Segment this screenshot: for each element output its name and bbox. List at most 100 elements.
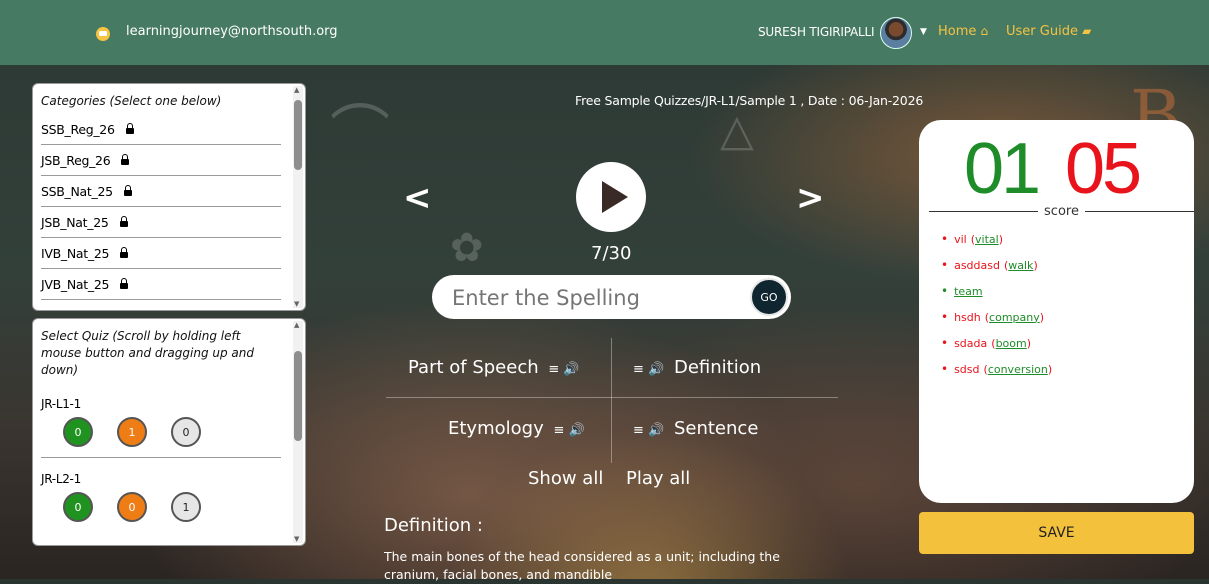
hint-sentence: ≡ 🔊 Sentence <box>629 418 758 439</box>
typed-word: sdada <box>954 336 988 350</box>
word-result: vil(vital) <box>941 226 1052 252</box>
category-label: JVB_Nat_25 <box>41 276 110 292</box>
lock-icon <box>123 185 132 196</box>
correct-word-link[interactable]: conversion <box>988 363 1048 376</box>
categories-scrollbar[interactable]: ▲ ▼ <box>293 86 303 308</box>
go-button[interactable]: GO <box>750 278 788 316</box>
score-legend: score <box>929 204 1194 219</box>
category-item[interactable]: SSB_Reg_26 <box>41 114 281 145</box>
home-link[interactable]: Home ⌂ <box>938 24 988 39</box>
quiz-scrollbar[interactable]: ▲ ▼ <box>293 321 303 543</box>
word-result: sdsd(conversion) <box>941 356 1052 382</box>
speaker-icon[interactable]: 🔊 <box>563 362 579 377</box>
typed-word: vil <box>954 232 967 246</box>
category-label: JSB_Reg_26 <box>41 152 111 168</box>
word-result: asddasd(walk) <box>941 252 1052 278</box>
typed-word: asddasd <box>954 258 1000 272</box>
scroll-up-icon[interactable]: ▲ <box>294 321 299 329</box>
hint-definition: ≡ 🔊 Definition <box>629 357 761 378</box>
scroll-down-icon[interactable]: ▼ <box>294 535 299 543</box>
quiz-name[interactable]: JR-L2-1 <box>41 472 297 486</box>
word-progress: 7/30 <box>591 243 632 264</box>
quiz-select-heading: Select Quiz (Scroll by holding left mous… <box>41 329 254 377</box>
correct-word-link[interactable]: boom <box>996 337 1027 350</box>
user-avatar[interactable] <box>880 17 912 49</box>
lock-icon <box>120 278 129 289</box>
chevron-right-icon[interactable]: > <box>796 178 825 218</box>
user-name[interactable]: SURESH TIGIRIPALLI <box>758 25 875 39</box>
score-label: score <box>1044 204 1079 219</box>
divider <box>41 457 281 458</box>
categories-panel: Categories (Select one below) SSB_Reg_26… <box>32 83 306 311</box>
save-button[interactable]: SAVE <box>919 512 1194 554</box>
scrollbar-thumb[interactable] <box>294 351 302 441</box>
quiz-select-panel: Select Quiz (Scroll by holding left mous… <box>32 318 306 546</box>
category-label: SSB_Reg_26 <box>41 121 115 137</box>
scroll-up-icon[interactable]: ▲ <box>294 86 299 94</box>
top-bar: learningjourney@northsouth.org SURESH TI… <box>0 0 1209 65</box>
category-label: SSB_Nat_25 <box>41 183 113 199</box>
scroll-down-icon[interactable]: ▼ <box>294 300 299 308</box>
quiz-name[interactable]: JR-L1-1 <box>41 397 297 411</box>
category-item[interactable]: IVB_Nat_25 <box>41 238 281 269</box>
show-text-icon[interactable]: ≡ <box>553 423 564 438</box>
chevron-down-icon[interactable]: ▼ <box>920 27 927 37</box>
lock-icon <box>120 247 129 258</box>
wrong-score: 05 <box>1065 129 1142 209</box>
word-result: team <box>941 278 1052 304</box>
show-text-icon[interactable]: ≡ <box>633 423 644 438</box>
show-all-button[interactable]: Show all <box>528 468 603 489</box>
scrollbar-thumb[interactable] <box>294 100 302 170</box>
guide-icon: ▰ <box>1082 24 1092 38</box>
correct-word-link[interactable]: walk <box>1008 259 1033 272</box>
category-item[interactable]: JSB_Nat_25 <box>41 207 281 238</box>
remaining-count-badge[interactable]: 0 <box>171 417 201 447</box>
correct-word-link[interactable]: vital <box>975 233 999 246</box>
speaker-icon[interactable]: 🔊 <box>648 362 664 377</box>
correct-count-badge[interactable]: 0 <box>63 417 93 447</box>
show-text-icon[interactable]: ≡ <box>633 362 644 377</box>
hint-label: Part of Speech <box>408 357 539 378</box>
typed-word: sdsd <box>954 362 980 376</box>
hint-label: Etymology <box>448 418 544 439</box>
correct-word-link[interactable]: team <box>954 285 983 298</box>
word-result: hsdh(company) <box>941 304 1052 330</box>
correct-word-link[interactable]: company <box>989 311 1040 324</box>
score-card: 01 05 score vil(vital) asddasd(walk) tea… <box>919 120 1194 503</box>
correct-score: 01 <box>964 129 1041 209</box>
quiz-stats: 0 1 0 <box>63 417 305 447</box>
home-link-label: Home <box>938 24 977 39</box>
correct-count-badge[interactable]: 0 <box>63 492 93 522</box>
hint-label: Sentence <box>673 418 759 439</box>
play-button[interactable] <box>576 162 646 232</box>
lock-icon <box>119 216 128 227</box>
lock-icon <box>121 154 130 165</box>
category-item[interactable]: SSB_Nat_25 <box>41 176 281 207</box>
chevron-left-icon[interactable]: < <box>403 178 432 218</box>
word-results-list: vil(vital) asddasd(walk) team hsdh(compa… <box>941 226 1052 382</box>
definition-heading: Definition : <box>384 515 483 536</box>
category-label: JSB_Nat_25 <box>41 214 109 230</box>
quiz-title: Free Sample Quizzes/JR-L1/Sample 1 , Dat… <box>575 93 924 108</box>
spelling-input[interactable] <box>450 283 734 313</box>
quiz-stats: 0 0 1 <box>63 492 305 522</box>
category-item[interactable]: JSB_Reg_26 <box>41 145 281 176</box>
hint-etymology: Etymology ≡ 🔊 <box>448 418 589 439</box>
home-icon: ⌂ <box>980 24 989 38</box>
show-text-icon[interactable]: ≡ <box>548 362 559 377</box>
word-result: sdada(boom) <box>941 330 1052 356</box>
hint-part-of-speech: Part of Speech ≡ 🔊 <box>408 357 584 378</box>
speaker-icon[interactable]: 🔊 <box>569 423 585 438</box>
typed-word: hsdh <box>954 310 981 324</box>
speaker-icon[interactable]: 🔊 <box>648 423 664 438</box>
category-item[interactable]: JVB_Nat_25 <box>41 269 281 300</box>
play-all-button[interactable]: Play all <box>626 468 690 489</box>
wrong-count-badge[interactable]: 0 <box>117 492 147 522</box>
user-guide-label: User Guide <box>1006 24 1078 39</box>
spelling-input-box: GO <box>432 275 791 319</box>
user-guide-link[interactable]: User Guide ▰ <box>1006 24 1091 39</box>
lock-icon <box>125 123 134 134</box>
remaining-count-badge[interactable]: 1 <box>171 492 201 522</box>
wrong-count-badge[interactable]: 1 <box>117 417 147 447</box>
mail-icon <box>96 27 110 41</box>
